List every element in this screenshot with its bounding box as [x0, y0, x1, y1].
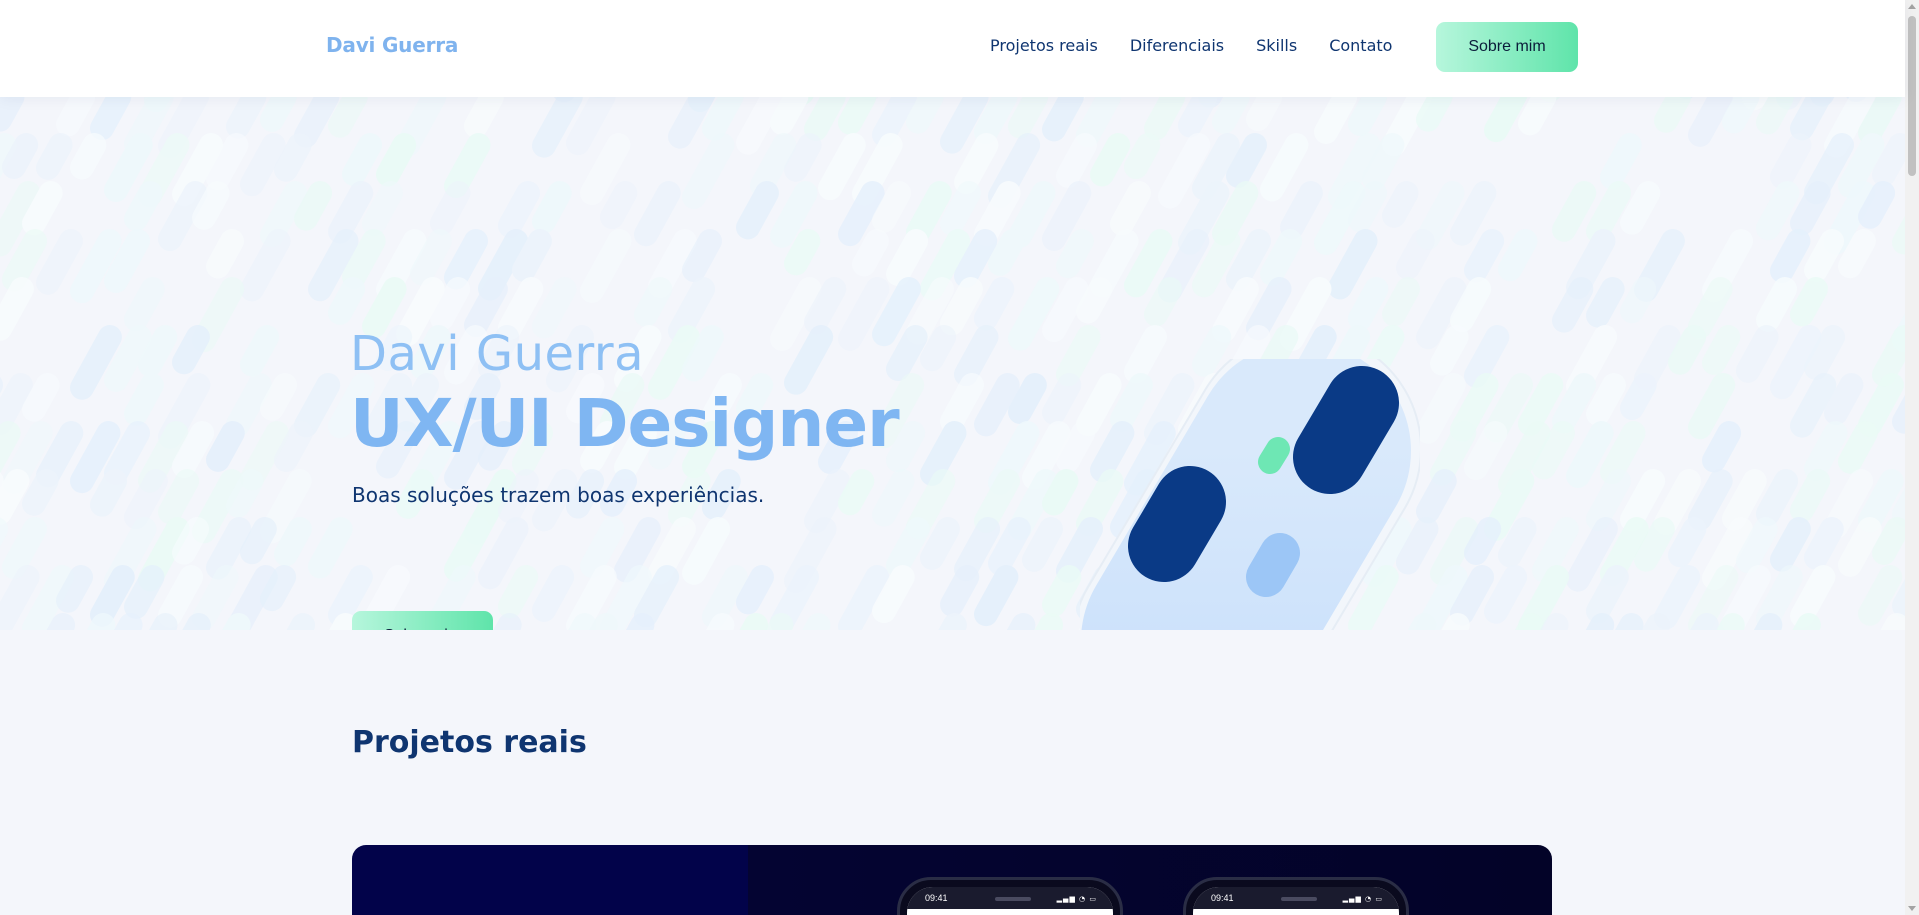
project-card[interactable]: 09:41 ▂▄▆ ◔ ▭ 09:41 ▂▄▆ ◔ ▭: [352, 845, 1552, 915]
projects-section-title: Projetos reais: [352, 725, 587, 760]
scroll-up-arrow-icon[interactable]: [1908, 4, 1916, 9]
main-nav: Projetos reais Diferenciais Skills Conta…: [990, 36, 1392, 55]
hero-sobre-mim-button[interactable]: Sobre mim: [352, 611, 493, 630]
hero-role-title: UX/UI Designer: [350, 385, 900, 462]
phone-notch: [1281, 897, 1317, 901]
phone-notch: [995, 897, 1031, 901]
phone-time: 09:41: [925, 893, 948, 903]
phone-mockup: 09:41 ▂▄▆ ◔ ▭: [897, 877, 1123, 915]
logo[interactable]: Davi Guerra: [326, 33, 458, 57]
battery-icon: ▂▄▆ ◔ ▭: [1342, 895, 1383, 903]
nav-link-contato[interactable]: Contato: [1329, 36, 1392, 55]
hero-name: Davi Guerra: [350, 326, 645, 382]
hero-tagline: Boas soluções trazem boas experiências.: [352, 483, 765, 507]
nav-link-diferenciais[interactable]: Diferenciais: [1130, 36, 1224, 55]
header-sobre-mim-button[interactable]: Sobre mim: [1436, 22, 1578, 72]
page-scrollbar[interactable]: [1905, 0, 1919, 915]
hero-pattern-background: [0, 97, 1905, 630]
phone-status-bar: 09:41 ▂▄▆ ◔ ▭: [1193, 887, 1399, 909]
hero-section: Davi Guerra UX/UI Designer Boas soluções…: [0, 97, 1905, 630]
phone-status-bar: 09:41 ▂▄▆ ◔ ▭: [907, 887, 1113, 909]
scroll-down-arrow-icon[interactable]: [1908, 906, 1916, 911]
phone-screen: 09:41 ▂▄▆ ◔ ▭: [1193, 887, 1399, 915]
scroll-thumb[interactable]: [1908, 16, 1916, 176]
phone-time: 09:41: [1211, 893, 1234, 903]
signal-icon: ▂▄▆ ◔ ▭: [1056, 895, 1097, 903]
nav-link-skills[interactable]: Skills: [1256, 36, 1297, 55]
nav-link-projetos[interactable]: Projetos reais: [990, 36, 1098, 55]
site-header: Davi Guerra Projetos reais Diferenciais …: [0, 0, 1905, 97]
hero-illustration: [1080, 359, 1420, 630]
phone-mockup: 09:41 ▂▄▆ ◔ ▭: [1183, 877, 1409, 915]
phone-screen: 09:41 ▂▄▆ ◔ ▭: [907, 887, 1113, 915]
